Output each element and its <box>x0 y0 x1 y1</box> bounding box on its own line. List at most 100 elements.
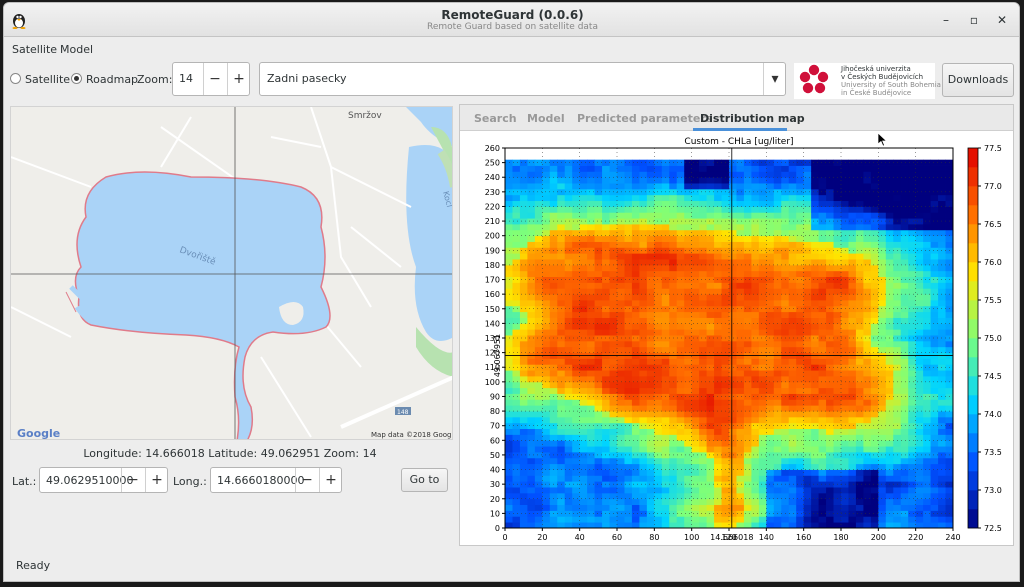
heatmap-cell <box>803 446 812 453</box>
heatmap-cell <box>758 241 767 248</box>
heatmap-cell <box>938 381 946 389</box>
satellite-radio-label[interactable]: Satellite <box>25 73 70 86</box>
zoom-increase-button[interactable]: + <box>227 63 250 95</box>
satellite-radio[interactable] <box>10 73 21 84</box>
location-select[interactable]: Zadni pasecky ▾ <box>259 62 786 96</box>
heatmap-cell <box>684 329 693 336</box>
heatmap-cell <box>609 311 618 318</box>
heatmap-cell <box>631 259 640 266</box>
lat-increase-button[interactable]: + <box>145 468 168 492</box>
distribution-map-chart[interactable]: 0 20 40 60 80 100 120 140 160 180 200 220 2400102030… <box>460 132 1013 546</box>
zoom-stepper[interactable]: 14 − + <box>172 62 250 96</box>
menu-model[interactable]: Model <box>60 43 93 56</box>
heatmap-cell <box>602 504 610 511</box>
heatmap-cell <box>766 498 775 506</box>
tab-distribution-map[interactable]: Distribution map <box>700 112 805 125</box>
heatmap-cell <box>751 235 760 242</box>
heatmap-cell <box>706 241 715 248</box>
heatmap-cell <box>796 323 805 330</box>
colorbar-tick-label: 77.0 <box>984 182 1002 191</box>
minimize-icon[interactable]: – <box>938 12 954 28</box>
heatmap-cell <box>617 422 625 430</box>
heatmap-cell <box>549 171 558 178</box>
heatmap-cell <box>893 200 902 207</box>
heatmap-cell <box>818 492 827 500</box>
heatmap-cell <box>938 270 946 278</box>
heatmap-cell <box>863 457 872 465</box>
chevron-down-icon[interactable]: ▾ <box>763 63 786 95</box>
heatmap-cell <box>639 300 648 307</box>
heatmap-cell <box>863 247 872 254</box>
heatmap-cell <box>841 446 849 453</box>
lat-decrease-button[interactable]: − <box>121 468 144 492</box>
heatmap-cell <box>923 522 931 529</box>
heatmap-cell <box>938 218 946 225</box>
tab-predicted-parameters[interactable]: Predicted parameters <box>577 112 712 125</box>
heatmap-cell <box>572 504 581 511</box>
heatmap-cell <box>915 224 924 231</box>
maximize-icon[interactable]: ▫ <box>966 12 982 28</box>
heatmap-cell <box>766 346 775 354</box>
heatmap-cell <box>863 194 872 202</box>
heatmap-cell <box>646 457 655 465</box>
heatmap-cell <box>602 188 610 196</box>
heatmap-cell <box>796 340 805 348</box>
zoom-decrease-button[interactable]: − <box>203 63 226 95</box>
downloads-button[interactable]: Downloads <box>942 63 1014 97</box>
tab-model[interactable]: Model <box>527 112 565 125</box>
heatmap-cell <box>766 194 775 202</box>
menu-satellite[interactable]: Satellite <box>12 43 57 56</box>
heatmap-cell <box>736 311 745 318</box>
heatmap-cell <box>534 229 543 237</box>
heatmap-cell <box>781 381 790 389</box>
heatmap-cell <box>878 323 887 330</box>
heatmap-cell <box>519 259 528 266</box>
logo-dot <box>802 82 814 94</box>
tab-search[interactable]: Search <box>474 112 517 125</box>
heatmap-cell <box>848 241 857 248</box>
heatmap-cell <box>691 270 700 278</box>
heatmap-cell <box>721 317 730 324</box>
heatmap-cell <box>617 212 625 219</box>
heatmap-cell <box>751 475 760 482</box>
heatmap-cell <box>878 434 887 441</box>
heatmap-cell <box>743 416 752 424</box>
heatmap-cell <box>676 405 685 412</box>
heatmap-cell <box>564 399 573 406</box>
heatmap-cell <box>766 434 775 441</box>
heatmap-cell <box>766 340 775 348</box>
heatmap-cell <box>654 183 663 190</box>
close-icon[interactable]: ✕ <box>994 12 1010 28</box>
long-increase-button[interactable]: + <box>319 468 342 492</box>
heatmap-cell <box>930 323 939 330</box>
heatmap-cell <box>691 370 700 377</box>
roadmap-radio[interactable] <box>71 73 82 84</box>
long-input[interactable]: 14.6660180000 <box>217 474 304 487</box>
heatmap-cell <box>699 177 707 184</box>
roadmap-radio-label[interactable]: Roadmap <box>86 73 138 86</box>
heatmap-cell <box>863 492 872 500</box>
lat-stepper[interactable]: 49.0629510000 − + <box>39 467 168 493</box>
heatmap-cell <box>699 259 707 266</box>
heatmap-cell <box>863 434 872 441</box>
long-stepper[interactable]: 14.6660180000 − + <box>210 467 342 493</box>
heatmap-cell <box>519 340 528 348</box>
heatmap-cell <box>519 434 528 441</box>
heatmap-cell <box>885 259 894 266</box>
roadmap-canvas[interactable]: Smržov Dvořiště Kocl 148 Google Map data… <box>11 107 453 440</box>
heatmap-cell <box>624 235 633 242</box>
goto-button[interactable]: Go to <box>401 468 448 492</box>
map-view[interactable]: Smržov Dvořiště Kocl 148 Google Map data… <box>10 106 453 440</box>
title-bar[interactable]: RemoteGuard (0.0.6) Remote Guard based o… <box>4 3 1019 37</box>
heatmap-cell <box>826 399 834 406</box>
heatmap-cell <box>714 317 722 324</box>
heatmap-cell <box>676 317 685 324</box>
long-decrease-button[interactable]: − <box>295 468 318 492</box>
heatmap-cell <box>587 311 595 318</box>
heatmap-cell <box>691 171 700 178</box>
heatmap-cell <box>542 177 551 184</box>
heatmap-cell <box>691 469 700 476</box>
heatmap-cell <box>564 323 573 330</box>
heatmap-cell <box>676 270 685 278</box>
heatmap-cell <box>602 317 610 324</box>
